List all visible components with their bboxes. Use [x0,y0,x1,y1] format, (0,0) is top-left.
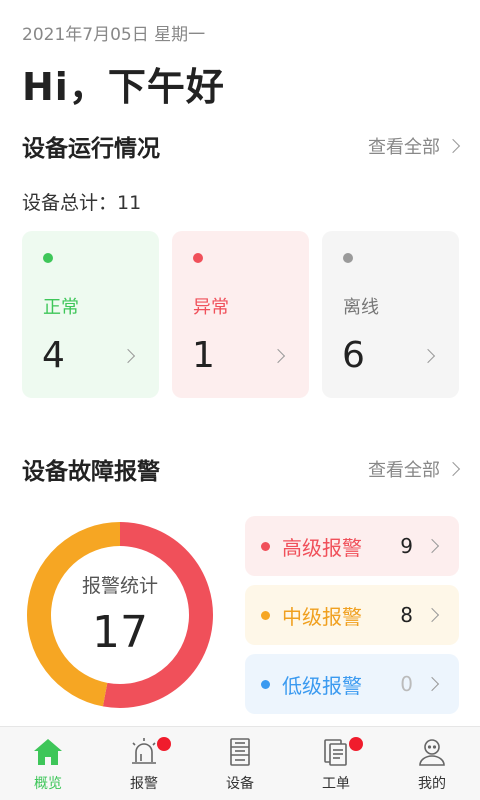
card-normal-label: 正常 [43,297,79,318]
alarm-item-low[interactable]: 低级报警 0 [245,654,459,714]
tab-device-label: 设备 [226,776,254,792]
alarm-low-count: 0 [400,672,413,696]
status-dot-icon [261,610,270,620]
device-status-title: 设备运行情况 [22,136,160,162]
card-offline[interactable]: 离线 6 [322,231,459,398]
tab-workorder-label: 工单 [322,776,350,792]
tab-alarm-badge [157,737,171,751]
alarm-high-count: 9 [400,534,413,558]
alarm-mid-count: 8 [400,603,413,627]
chevron-right-icon [445,138,461,154]
date-text: 2021年7月05日 星期一 [22,25,206,45]
alarm-level-list: 高级报警 9 中级报警 8 低级报警 0 [245,516,459,723]
status-dot-icon [261,541,270,551]
donut-total: 17 [92,607,148,658]
chevron-right-icon [420,348,436,364]
device-status-cards: 正常 4 异常 1 离线 6 [22,231,459,398]
status-dot-icon [343,253,353,263]
chevron-right-icon [445,461,461,477]
tab-mine-label: 我的 [418,776,446,792]
alarm-item-mid[interactable]: 中级报警 8 [245,585,459,645]
view-all-label: 查看全部 [368,460,440,481]
bottom-tab-bar: 概览 报警 设备 工单 我的 [0,726,480,800]
tab-overview-label: 概览 [34,776,62,792]
alarm-low-label: 低级报警 [282,673,362,698]
alarm-item-high[interactable]: 高级报警 9 [245,516,459,576]
alarm-donut-chart: 报警统计 17 [26,521,214,709]
device-view-all-link[interactable]: 查看全部 [368,133,461,159]
alarm-title: 设备故障报警 [22,459,160,485]
status-dot-icon [261,679,270,689]
server-icon [223,735,257,769]
device-status-header: 设备运行情况 查看全部 [22,130,461,162]
card-offline-value: 6 [342,335,365,376]
tab-device[interactable]: 设备 [192,727,288,800]
tab-workorder[interactable]: 工单 [288,727,384,800]
chevron-right-icon [424,676,440,692]
alarm-view-all-link[interactable]: 查看全部 [368,456,461,482]
donut-label: 报警统计 [81,575,158,597]
tab-mine[interactable]: 我的 [384,727,480,800]
card-offline-label: 离线 [343,297,379,318]
chevron-right-icon [120,348,136,364]
card-abnormal[interactable]: 异常 1 [172,231,309,398]
user-icon [415,735,449,769]
alarm-light-icon [127,735,171,769]
alarm-header: 设备故障报警 查看全部 [22,453,461,485]
tab-alarm-label: 报警 [130,776,158,792]
card-normal-value: 4 [42,335,65,376]
alarm-high-label: 高级报警 [282,535,362,560]
card-normal[interactable]: 正常 4 [22,231,159,398]
card-abnormal-value: 1 [192,335,215,376]
chevron-right-icon [424,538,440,554]
status-dot-icon [43,253,53,263]
tab-workorder-badge [349,737,363,751]
status-dot-icon [193,253,203,263]
greeting-title: Hi，下午好 [22,65,225,109]
home-icon [31,735,65,769]
device-total: 设备总计：11 [22,192,142,214]
card-abnormal-label: 异常 [193,297,229,318]
tab-alarm[interactable]: 报警 [96,727,192,800]
view-all-label: 查看全部 [368,137,440,158]
chevron-right-icon [270,348,286,364]
document-icon [319,735,363,769]
alarm-mid-label: 中级报警 [282,604,362,629]
chevron-right-icon [424,607,440,623]
tab-overview[interactable]: 概览 [0,727,96,800]
